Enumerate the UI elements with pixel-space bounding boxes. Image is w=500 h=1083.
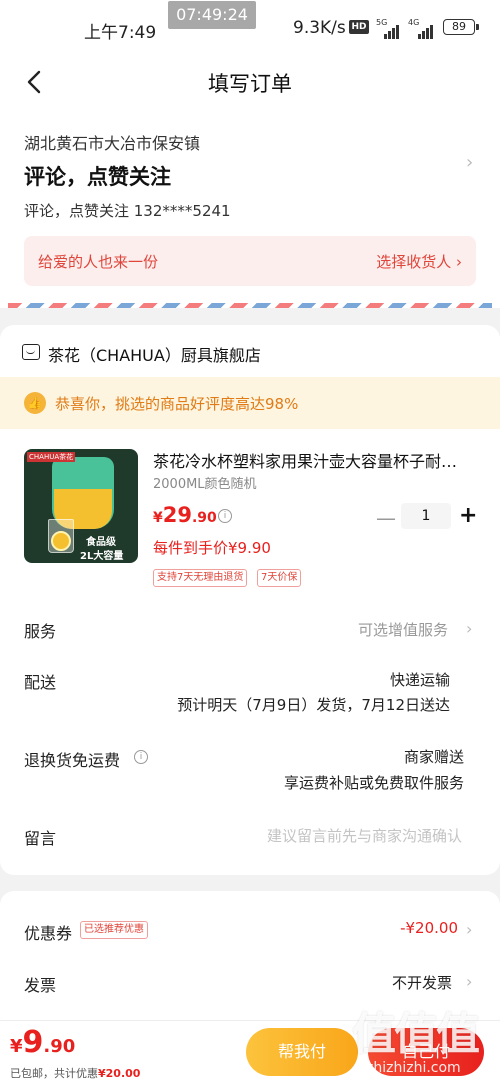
chevron-right-icon: › <box>466 972 473 991</box>
gift-text: 给爱的人也来一份 <box>38 253 159 271</box>
return-label: 退换货免运费 <box>24 751 121 770</box>
message-input[interactable]: 建议留言前先与商家沟通确认 <box>267 825 462 846</box>
return-value-2: 享运费补贴或免费取件服务 <box>283 774 464 792</box>
delivery-label: 配送 <box>24 673 57 692</box>
page-title: 填写订单 <box>208 72 292 96</box>
hand-price: 每件到手价¥9.90 <box>153 539 271 557</box>
decrease-quantity-button[interactable]: — <box>376 506 396 530</box>
image-tag-capacity: 2L大容量 <box>80 551 124 562</box>
lemon-graphic <box>51 531 71 551</box>
total-price: ¥9.90 <box>10 1025 75 1060</box>
service-label: 服务 <box>24 622 57 641</box>
info-icon[interactable]: i <box>134 750 148 764</box>
status-time: 上午7:49 <box>84 23 157 43</box>
praise-text: 恭喜你，挑选的商品好评度高达98% <box>55 395 299 413</box>
product-spec: 2000ML颜色随机 <box>153 477 257 492</box>
image-tag-food-grade: 食品级 <box>86 537 116 548</box>
thumbs-up-icon: 👍 <box>24 392 46 414</box>
total-int: 9 <box>22 1025 44 1060</box>
network-speed: 9.3K/s <box>293 18 346 38</box>
shop-card: 茶花（CHAHUA）厨具旗舰店 👍 恭喜你，挑选的商品好评度高达98% CHAH… <box>0 325 500 875</box>
return-value-1: 商家赠送 <box>403 748 464 766</box>
coupon-value[interactable]: -¥20.00 <box>400 919 458 937</box>
price-currency: ¥ <box>153 510 163 526</box>
delivery-eta: 预计明天（7月9日）发货，7月12日送达 <box>177 696 450 714</box>
gift-banner[interactable]: 给爱的人也来一份 选择收货人 › <box>24 236 476 286</box>
address-detail: 评论，点赞关注 <box>24 165 171 189</box>
increase-quantity-button[interactable]: + <box>459 503 477 528</box>
discount-amount: ¥20.00 <box>98 1067 141 1080</box>
chevron-right-icon: › <box>466 619 473 638</box>
coupon-label: 优惠券 <box>24 924 73 943</box>
signal-icon <box>384 20 400 39</box>
discount-prefix: 已包邮，共计优惠 <box>10 1067 98 1080</box>
select-recipient-link[interactable]: 选择收货人 › <box>376 251 462 272</box>
invoice-label: 发票 <box>24 976 57 995</box>
shop-name[interactable]: 茶花（CHAHUA）厨具旗舰店 <box>48 342 261 366</box>
product-image[interactable]: CHAHUA茶花 食品级 2L大容量 <box>24 449 138 563</box>
address-contact: 评论，点赞关注 132****5241 <box>24 202 231 220</box>
price-int: 29 <box>162 503 192 527</box>
praise-banner: 👍 恭喜你，挑选的商品好评度高达98% <box>0 377 500 429</box>
total-currency: ¥ <box>10 1036 23 1057</box>
address-region: 湖北黄石市大冶市保安镇 <box>24 134 201 153</box>
chevron-right-icon: › <box>466 152 474 173</box>
battery-icon: 89 <box>443 19 479 35</box>
watermark-logo: 值值值 <box>352 1009 480 1060</box>
hd-icon: HD <box>349 20 369 34</box>
product-title[interactable]: 茶花冷水杯塑料家用果汁壶大容量杯子耐… <box>153 448 473 472</box>
message-label: 留言 <box>24 829 57 848</box>
coupon-badge: 已选推荐优惠 <box>80 921 148 939</box>
invoice-value[interactable]: 不开发票 <box>392 972 452 993</box>
quantity-field[interactable]: 1 <box>401 503 451 529</box>
discount-summary: 已包邮，共计优惠¥20.00 <box>10 1065 140 1081</box>
image-brand-label: CHAHUA茶花 <box>27 452 76 462</box>
watermark-url: zhizhizhi.com <box>366 1060 461 1076</box>
back-icon[interactable] <box>22 68 50 96</box>
status-bar: 上午7:49 07:49:24 9.3K/s HD 5G 4G 89 <box>0 0 500 56</box>
chevron-right-icon: › <box>466 920 473 939</box>
help-pay-button[interactable]: 帮我付 <box>246 1028 358 1076</box>
price-protect-tag: 7天价保 <box>257 569 302 587</box>
total-dec: .90 <box>43 1036 76 1057</box>
return-policy-tag: 支持7天无理由退货 <box>153 569 248 587</box>
clock-overlay: 07:49:24 <box>168 1 256 29</box>
address-section[interactable]: 湖北黄石市大冶市保安镇 评论，点赞关注 评论，点赞关注 132****5241 … <box>0 108 500 308</box>
price-dec: .90 <box>191 510 217 526</box>
airmail-border <box>8 303 492 308</box>
delivery-method[interactable]: 快递运输 <box>390 669 450 690</box>
info-icon[interactable]: i <box>218 509 232 523</box>
signal-icon-2 <box>418 20 434 39</box>
shop-icon <box>22 344 40 360</box>
nav-bar: 填写订单 <box>0 56 500 108</box>
product-price: ¥29.90 <box>153 503 217 527</box>
service-value[interactable]: 可选增值服务 <box>358 619 448 640</box>
